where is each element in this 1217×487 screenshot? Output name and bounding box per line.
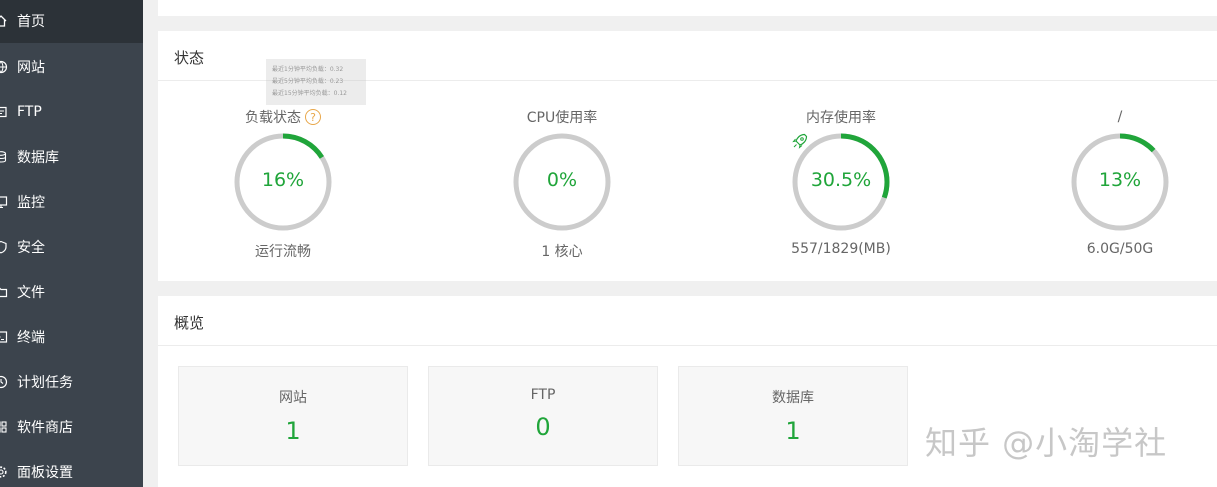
tooltip-line: 最近5分钟平均负载：0.23 xyxy=(272,78,344,85)
shield-icon xyxy=(0,240,8,254)
sidebar-item-label: 首页 xyxy=(17,13,45,30)
load-ring[interactable]: 16% xyxy=(232,131,334,233)
sidebar-item-appstore[interactable]: 软件商店 xyxy=(0,404,143,449)
gauge-cpu: CPU使用率 0% 1 核心 xyxy=(477,107,647,261)
status-panel: 状态 负载状态 ? 16% 运行流畅 CPU使用率 0% 1 核心 内存使用率 … xyxy=(158,31,1217,281)
tooltip-line: 最近15分钟平均负载：0.12 xyxy=(272,90,347,97)
gauge-label: 负载状态 xyxy=(245,110,301,126)
gauge-label: / xyxy=(1117,109,1123,125)
rocket-icon[interactable] xyxy=(790,131,810,151)
sidebar-item-monitor[interactable]: 监控 xyxy=(0,179,143,224)
overview-card-database[interactable]: 数据库 1 xyxy=(678,366,908,466)
gauge-value: 13% xyxy=(1098,169,1142,191)
tooltip-line: 最近1分钟平均负载：0.32 xyxy=(272,66,344,73)
status-panel-title: 状态 xyxy=(174,49,205,67)
gauge-label: CPU使用率 xyxy=(526,110,598,126)
card-value: 1 xyxy=(785,417,801,445)
gauge-value: 16% xyxy=(261,169,305,191)
gauge-value: 0% xyxy=(546,169,578,191)
sidebar-item-label: 计划任务 xyxy=(17,374,73,391)
monitor-icon xyxy=(0,195,8,209)
sidebar-item-label: 软件商店 xyxy=(17,419,73,436)
sidebar-item-label: 文件 xyxy=(17,284,45,301)
sidebar-item-label: 安全 xyxy=(17,239,45,256)
sidebar-item-label: 网站 xyxy=(17,59,45,76)
card-label: 网站 xyxy=(279,390,307,406)
gear-icon xyxy=(0,465,8,479)
sidebar-item-terminal[interactable]: 终端 xyxy=(0,314,143,359)
ftp-icon xyxy=(0,105,8,119)
card-value: 1 xyxy=(285,417,301,445)
sidebar-item-label: 数据库 xyxy=(17,149,59,166)
memory-ring[interactable]: 30.5% xyxy=(790,131,892,233)
disk-ring[interactable]: 13% xyxy=(1069,131,1171,233)
gauge-value: 30.5% xyxy=(810,169,872,191)
sidebar-item-security[interactable]: 安全 xyxy=(0,224,143,269)
sidebar: 首页 网站 FTP 数据库 监控 安全 文件 终端 计划任务 软件商店 面板设置 xyxy=(0,0,143,487)
gauge-load: 负载状态 ? 16% 运行流畅 xyxy=(198,107,368,261)
sidebar-item-cron[interactable]: 计划任务 xyxy=(0,359,143,404)
help-icon[interactable]: ? xyxy=(305,109,321,125)
sidebar-item-settings[interactable]: 面板设置 xyxy=(0,449,143,487)
divider xyxy=(158,345,1217,346)
watermark: 知乎 @小淘学社 xyxy=(925,424,1168,462)
overview-card-website[interactable]: 网站 1 xyxy=(178,366,408,466)
terminal-icon xyxy=(0,330,8,344)
clock-icon xyxy=(0,375,8,389)
gauge-footer: 6.0G/50G xyxy=(1086,241,1154,257)
gauge-memory: 内存使用率 30.5% 557/1829(MB) xyxy=(756,107,926,257)
sidebar-item-label: FTP xyxy=(17,103,42,120)
main-content: 状态 负载状态 ? 16% 运行流畅 CPU使用率 0% 1 核心 内存使用率 … xyxy=(143,0,1217,487)
load-tooltip: 最近1分钟平均负载：0.32 最近5分钟平均负载：0.23 最近15分钟平均负载… xyxy=(266,59,366,105)
gauge-label: 内存使用率 xyxy=(806,110,876,126)
sidebar-item-label: 终端 xyxy=(17,329,45,346)
cpu-ring[interactable]: 0% xyxy=(511,131,613,233)
gauge-footer: 1 核心 xyxy=(541,244,583,260)
sidebar-item-label: 监控 xyxy=(17,194,45,211)
gauge-footer: 运行流畅 xyxy=(255,244,311,260)
card-value: 0 xyxy=(535,413,551,441)
card-label: FTP xyxy=(530,387,556,403)
gauge-disk: / 13% 6.0G/50G xyxy=(1035,107,1205,257)
sidebar-item-home[interactable]: 首页 xyxy=(0,0,143,43)
database-icon xyxy=(0,150,8,164)
sidebar-item-database[interactable]: 数据库 xyxy=(0,134,143,179)
sidebar-item-website[interactable]: 网站 xyxy=(0,44,143,89)
globe-icon xyxy=(0,60,8,74)
sidebar-item-label: 面板设置 xyxy=(17,464,73,481)
overview-card-ftp[interactable]: FTP 0 xyxy=(428,366,658,466)
sidebar-item-files[interactable]: 文件 xyxy=(0,269,143,314)
gauge-footer: 557/1829(MB) xyxy=(791,241,891,257)
top-panel xyxy=(158,0,1217,16)
card-label: 数据库 xyxy=(772,390,814,406)
grid-icon xyxy=(0,420,8,434)
sidebar-item-ftp[interactable]: FTP xyxy=(0,89,143,134)
home-icon xyxy=(0,14,8,28)
folder-icon xyxy=(0,285,8,299)
overview-panel-title: 概览 xyxy=(174,314,205,332)
